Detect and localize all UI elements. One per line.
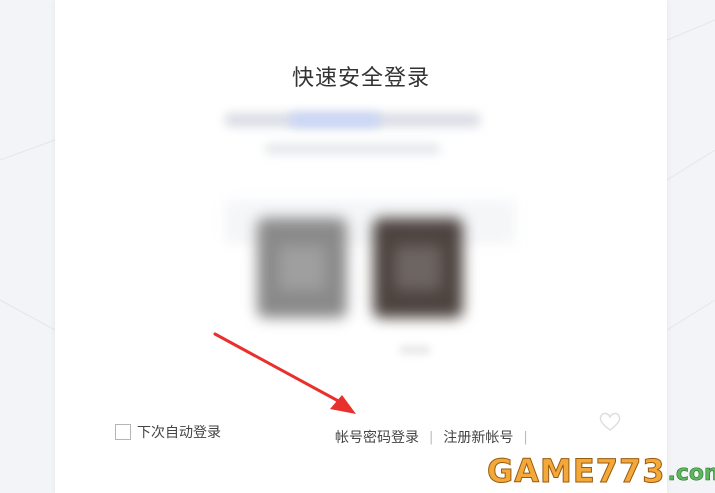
- auto-login-label: 下次自动登录: [137, 425, 221, 441]
- register-link[interactable]: 注册新帐号: [443, 427, 513, 447]
- page-title: 快速安全登录: [291, 66, 430, 91]
- watermark-main-text: GAME773: [487, 452, 666, 490]
- watermark-domain-text: .com: [667, 461, 715, 487]
- auto-login-row[interactable]: 下次自动登录: [115, 422, 221, 442]
- heart-outline-icon: [599, 412, 621, 431]
- blurred-qr-avatar[interactable]: [373, 218, 463, 318]
- account-password-login-link[interactable]: 帐号密码登录: [335, 427, 419, 447]
- link-separator: |: [429, 429, 434, 445]
- site-watermark: GAME773 .com: [487, 449, 715, 490]
- blurred-info-highlight: [290, 113, 380, 127]
- login-links: 帐号密码登录 | 注册新帐号 |: [335, 427, 528, 447]
- blurred-qr-avatar[interactable]: [257, 218, 347, 318]
- auto-login-checkbox[interactable]: [115, 424, 131, 440]
- blurred-caption: [400, 346, 430, 354]
- login-panel: 快速安全登录 下次自动登录 帐号密码登录 | 注册新帐号 |: [55, 0, 667, 493]
- blurred-info-subtext: [265, 144, 440, 154]
- link-separator: |: [523, 429, 528, 445]
